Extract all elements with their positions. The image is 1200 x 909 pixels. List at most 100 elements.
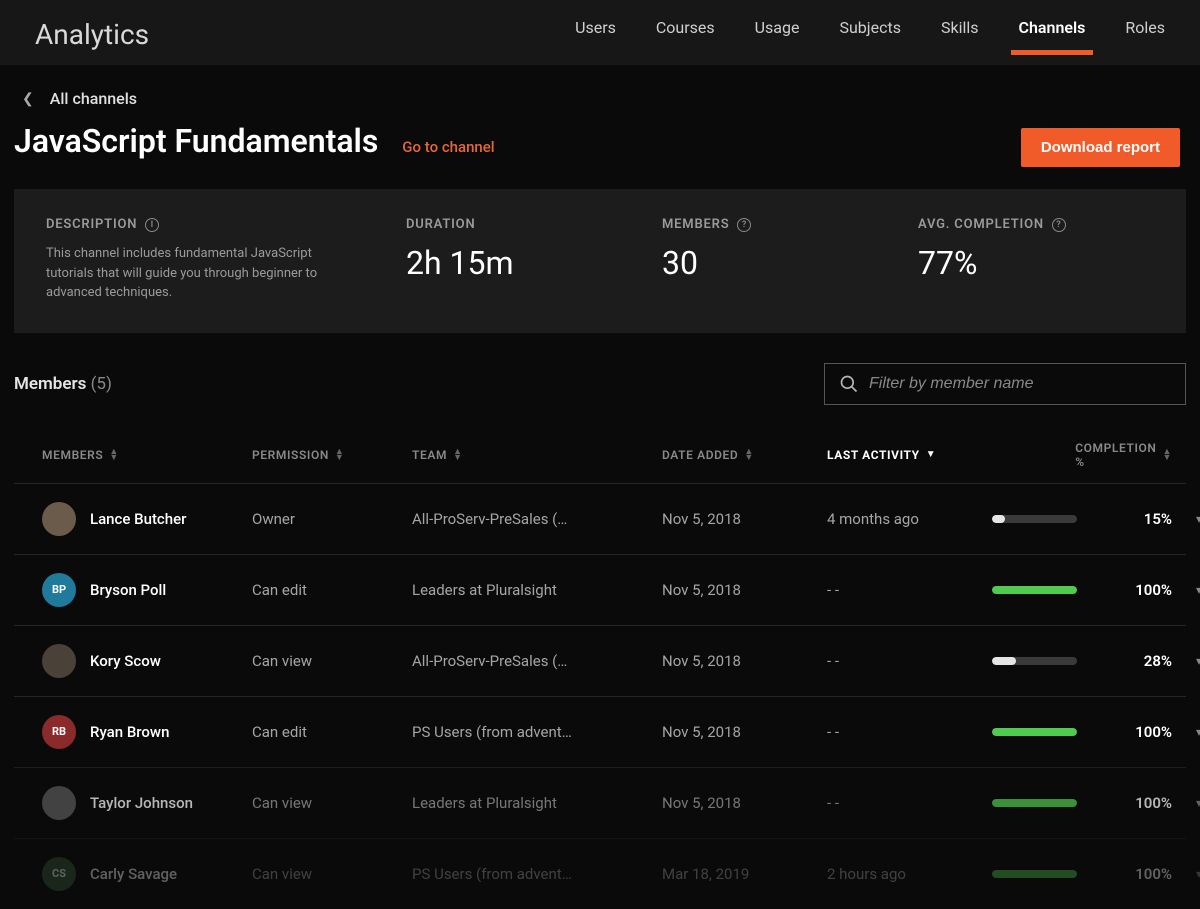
help-icon[interactable]: ? [737, 218, 751, 232]
last-activity-cell: - - [827, 723, 992, 741]
team-cell: PS Users (from advent… [412, 865, 662, 883]
member-name: Kory Scow [90, 652, 161, 670]
members-title: Members (5) [14, 374, 112, 394]
team-cell: PS Users (from advent… [412, 723, 662, 741]
permission-cell: Can edit [252, 581, 412, 599]
date-added-cell: Nov 5, 2018 [662, 652, 827, 670]
last-activity-cell: - - [827, 652, 992, 670]
stat-duration-value: 2h 15m [406, 244, 642, 282]
members-count: (5) [91, 374, 112, 394]
sort-icon: ▲▼ [109, 449, 119, 461]
member-cell: CS Carly Savage [42, 857, 252, 891]
progress-cell [992, 728, 1112, 736]
progress-bar [992, 799, 1077, 807]
member-name: Ryan Brown [90, 723, 169, 741]
stat-avg-completion-value: 77% [918, 244, 1154, 282]
progress-bar [992, 657, 1077, 665]
stat-description-label: DESCRIPTION i [46, 217, 386, 232]
stat-members-value: 30 [662, 244, 898, 282]
member-name: Taylor Johnson [90, 794, 193, 812]
chevron-down-icon[interactable]: ▾ [1172, 796, 1200, 810]
table-row[interactable]: BP Bryson Poll Can edit Leaders at Plura… [14, 554, 1186, 625]
date-added-cell: Nov 5, 2018 [662, 794, 827, 812]
chevron-down-icon[interactable]: ▾ [1172, 867, 1200, 881]
go-to-channel-link[interactable]: Go to channel [402, 138, 494, 156]
member-cell: Lance Butcher [42, 502, 252, 536]
chevron-down-icon[interactable]: ▾ [1172, 512, 1200, 526]
sort-icon: ▲▼ [744, 449, 754, 461]
member-cell: Kory Scow [42, 644, 252, 678]
app-title: Analytics [35, 18, 149, 51]
stats-panel: DESCRIPTION i This channel includes fund… [14, 189, 1186, 333]
avatar: CS [42, 857, 76, 891]
sort-icon: ▲▼ [1162, 449, 1172, 461]
chevron-down-icon: ▼ [926, 449, 937, 460]
date-added-cell: Nov 5, 2018 [662, 723, 827, 741]
last-activity-cell: - - [827, 581, 992, 599]
col-last-activity[interactable]: LAST ACTIVITY▼ [827, 448, 992, 462]
date-added-cell: Nov 5, 2018 [662, 581, 827, 599]
completion-value: 100% [1112, 865, 1172, 883]
team-cell: Leaders at Pluralsight [412, 581, 662, 599]
tab-users[interactable]: Users [575, 18, 616, 51]
member-cell: BP Bryson Poll [42, 573, 252, 607]
members-section-header: Members (5) [0, 333, 1200, 421]
sort-icon: ▲▼ [335, 449, 345, 461]
header-bar: Analytics Users Courses Usage Subjects S… [0, 0, 1200, 65]
completion-value: 100% [1112, 723, 1172, 741]
tab-courses[interactable]: Courses [656, 18, 715, 51]
col-team[interactable]: TEAM▲▼ [412, 448, 662, 462]
members-table: MEMBERS▲▼ PERMISSION▲▼ TEAM▲▼ DATE ADDED… [0, 421, 1200, 909]
progress-cell [992, 799, 1112, 807]
breadcrumb[interactable]: ❮ All channels [0, 65, 1200, 122]
tab-usage[interactable]: Usage [755, 18, 800, 51]
table-row[interactable]: Taylor Johnson Can view Leaders at Plura… [14, 767, 1186, 838]
team-cell: Leaders at Pluralsight [412, 794, 662, 812]
stat-description: DESCRIPTION i This channel includes fund… [46, 217, 386, 303]
table-row[interactable]: Kory Scow Can view All-ProServ-PreSales … [14, 625, 1186, 696]
tab-skills[interactable]: Skills [941, 18, 979, 51]
download-report-button[interactable]: Download report [1021, 128, 1180, 167]
avatar [42, 644, 76, 678]
progress-bar [992, 586, 1077, 594]
info-icon[interactable]: i [145, 218, 159, 232]
avatar: BP [42, 573, 76, 607]
progress-cell [992, 586, 1112, 594]
table-row[interactable]: CS Carly Savage Can view PS Users (from … [14, 838, 1186, 909]
table-row[interactable]: RB Ryan Brown Can edit PS Users (from ad… [14, 696, 1186, 767]
filter-input[interactable] [869, 375, 1171, 393]
progress-bar [992, 515, 1077, 523]
col-completion[interactable]: COMPLETION %▲▼ [1112, 441, 1172, 469]
progress-bar [992, 870, 1077, 878]
permission-cell: Can view [252, 652, 412, 670]
search-icon [839, 374, 859, 394]
avatar: RB [42, 715, 76, 749]
title-left: JavaScript Fundamentals Go to channel [14, 122, 495, 160]
filter-box[interactable] [824, 363, 1186, 405]
chevron-down-icon[interactable]: ▾ [1172, 583, 1200, 597]
permission-cell: Can view [252, 865, 412, 883]
chevron-down-icon[interactable]: ▾ [1172, 725, 1200, 739]
tab-subjects[interactable]: Subjects [839, 18, 900, 51]
member-name: Lance Butcher [90, 510, 186, 528]
completion-value: 28% [1112, 652, 1172, 670]
col-permission[interactable]: PERMISSION▲▼ [252, 448, 412, 462]
col-date-added[interactable]: DATE ADDED▲▼ [662, 448, 827, 462]
date-added-cell: Mar 18, 2019 [662, 865, 827, 883]
tab-channels[interactable]: Channels [1019, 18, 1086, 51]
tab-roles[interactable]: Roles [1125, 18, 1165, 51]
member-name: Bryson Poll [90, 581, 166, 599]
chevron-down-icon[interactable]: ▾ [1172, 654, 1200, 668]
col-members[interactable]: MEMBERS▲▼ [42, 448, 252, 462]
permission-cell: Owner [252, 510, 412, 528]
avatar [42, 786, 76, 820]
progress-cell [992, 657, 1112, 665]
date-added-cell: Nov 5, 2018 [662, 510, 827, 528]
help-icon[interactable]: ? [1052, 218, 1066, 232]
last-activity-cell: 4 months ago [827, 510, 992, 528]
completion-value: 100% [1112, 794, 1172, 812]
permission-cell: Can view [252, 794, 412, 812]
stat-duration: DURATION 2h 15m [406, 217, 642, 303]
stat-description-text: This channel includes fundamental JavaSc… [46, 244, 346, 303]
table-row[interactable]: Lance Butcher Owner All-ProServ-PreSales… [14, 483, 1186, 554]
